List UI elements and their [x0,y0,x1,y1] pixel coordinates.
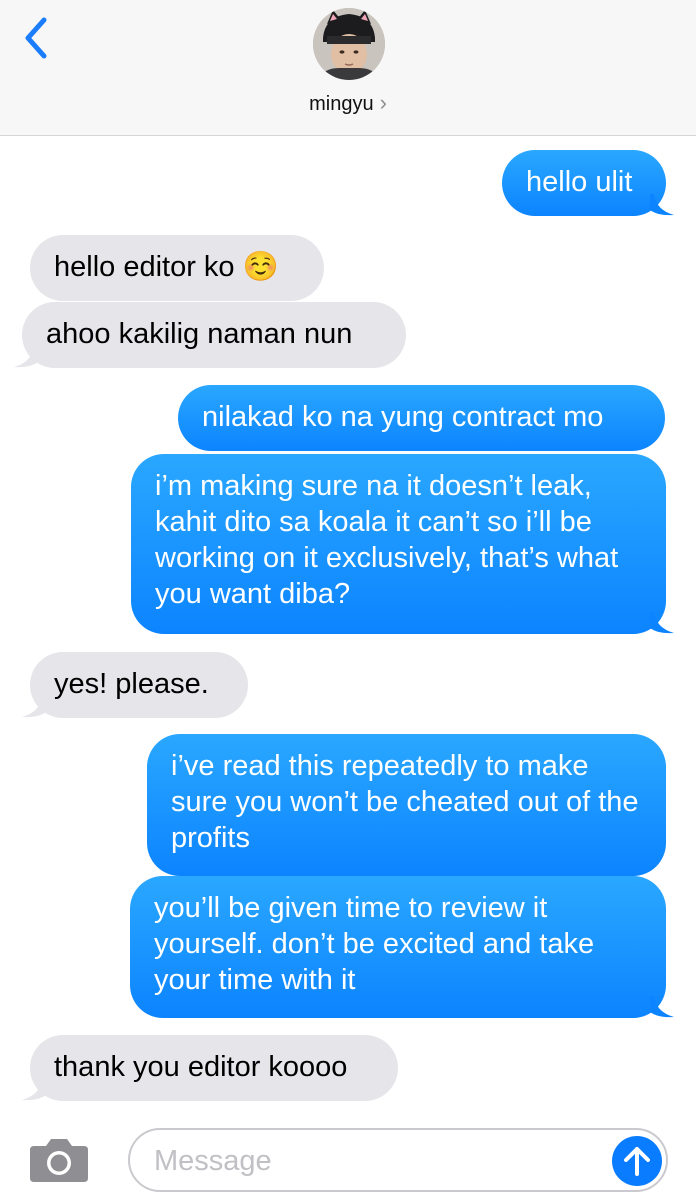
camera-button[interactable] [28,1134,90,1184]
contact-name: mingyu [309,93,374,115]
outgoing-message[interactable]: hello ulit [502,150,666,216]
chevron-left-icon [25,17,47,59]
incoming-message[interactable]: yes! please. [30,652,248,718]
outgoing-message[interactable]: i’ve read this repeatedly to make sure y… [147,734,666,876]
bubble-tail [14,346,38,368]
message-field[interactable] [128,1128,668,1192]
chevron-right-icon: › [379,90,387,115]
incoming-message[interactable]: ahoo kakilig naman nun [22,302,406,368]
camera-icon [30,1139,88,1182]
send-button[interactable] [612,1136,662,1186]
message-input[interactable] [154,1142,594,1180]
avatar-photo [313,8,385,80]
composer-bar [0,1112,696,1200]
bubble-tail [22,1079,46,1101]
incoming-message[interactable]: thank you editor koooo [30,1035,398,1101]
avatar[interactable] [313,8,385,80]
outgoing-message[interactable]: nilakad ko na yung contract mo [178,385,665,451]
back-button[interactable] [18,14,58,62]
arrow-up-icon [624,1147,650,1176]
outgoing-message[interactable]: i’m making sure na it doesn’t leak, kahi… [131,454,666,634]
bubble-tail [22,696,46,718]
incoming-message[interactable]: hello editor ko ☺️ [30,235,324,301]
bubble-tail [650,194,674,216]
outgoing-message[interactable]: you’ll be given time to review it yourse… [130,876,666,1018]
contact-name-button[interactable]: mingyu › [0,90,696,116]
bubble-tail [650,996,674,1018]
bubble-tail [650,612,674,634]
conversation-header: mingyu › [0,0,696,136]
